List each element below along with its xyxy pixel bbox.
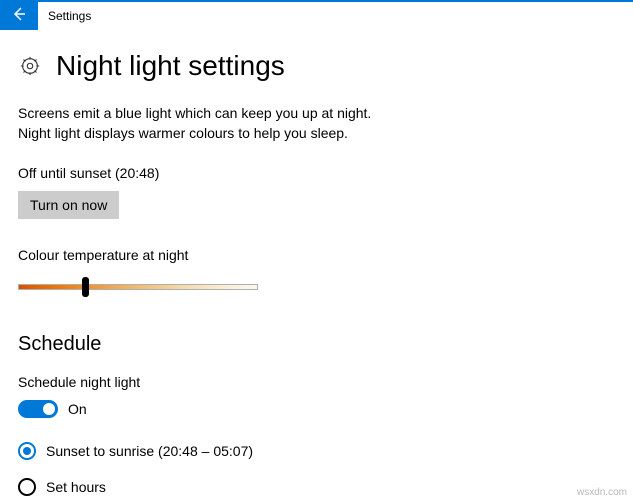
- page-header: Night light settings: [18, 50, 615, 82]
- content-area: Night light settings Screens emit a blue…: [0, 30, 633, 496]
- schedule-toggle-label: Schedule night light: [18, 374, 615, 390]
- title-bar: Settings: [0, 0, 633, 30]
- back-button[interactable]: [0, 2, 38, 30]
- color-temperature-label: Colour temperature at night: [18, 247, 615, 263]
- slider-track: [18, 284, 258, 290]
- radio-icon: [18, 478, 36, 496]
- watermark-text: wsxdn.com: [577, 487, 627, 498]
- toggle-knob: [43, 403, 55, 415]
- schedule-toggle[interactable]: [18, 400, 58, 418]
- schedule-toggle-row: On: [18, 400, 615, 418]
- schedule-toggle-state: On: [68, 401, 87, 417]
- page-description: Screens emit a blue light which can keep…: [18, 104, 398, 143]
- turn-on-now-button[interactable]: Turn on now: [18, 191, 119, 219]
- radio-label: Sunset to sunrise (20:48 – 05:07): [46, 443, 253, 459]
- schedule-header: Schedule: [18, 333, 615, 356]
- back-arrow-icon: [11, 6, 27, 27]
- slider-thumb[interactable]: [82, 277, 89, 297]
- radio-option-sunset[interactable]: Sunset to sunrise (20:48 – 05:07): [18, 442, 615, 460]
- radio-icon: [18, 442, 36, 460]
- status-text: Off until sunset (20:48): [18, 165, 615, 181]
- radio-label: Set hours: [46, 479, 106, 495]
- app-title: Settings: [38, 2, 91, 30]
- page-title: Night light settings: [56, 50, 285, 82]
- color-temperature-slider[interactable]: [18, 277, 258, 297]
- radio-option-set-hours[interactable]: Set hours: [18, 478, 615, 496]
- gear-icon: [18, 54, 42, 78]
